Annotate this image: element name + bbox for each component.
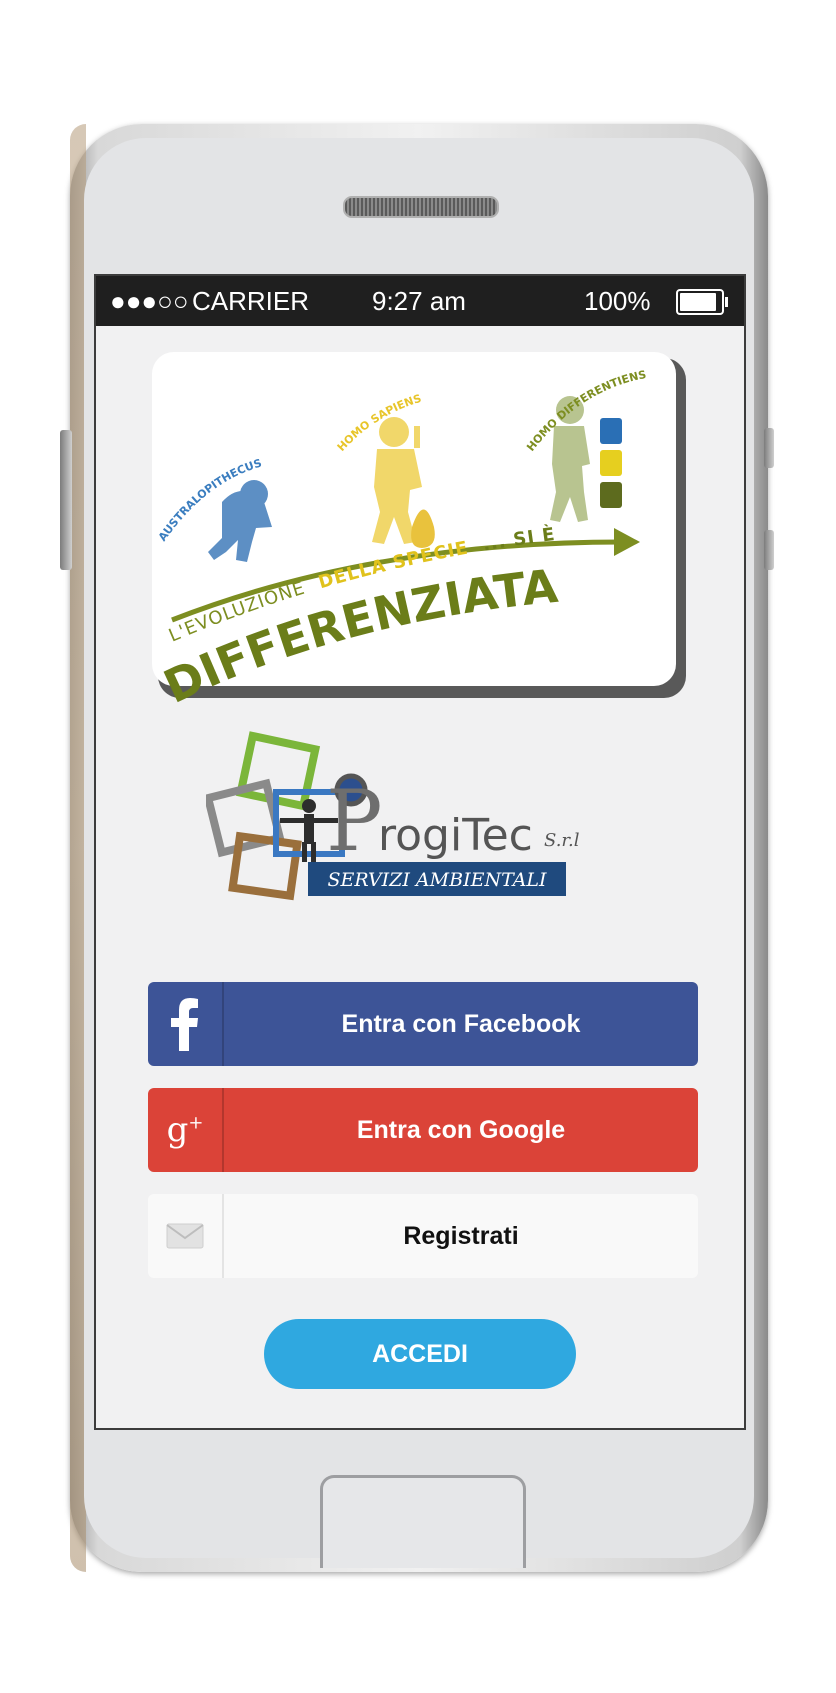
battery-icon — [676, 289, 728, 315]
app-screen: ●●●○○ CARRIER 9:27 am 100% AUSTRALOPITHE… — [94, 274, 746, 1430]
evolution-banner: AUSTRALOPITHECUS HOMO SAPIENS HOMO DIFFE… — [152, 352, 686, 712]
envelope-icon — [148, 1194, 224, 1278]
facebook-icon — [148, 982, 224, 1066]
login-button[interactable]: ACCEDI — [264, 1319, 576, 1389]
facebook-login-button[interactable]: Entra con Facebook — [148, 982, 698, 1066]
home-button[interactable] — [320, 1475, 526, 1568]
blue-bin-icon — [600, 418, 622, 444]
clock: 9:27 am — [372, 286, 466, 316]
carrier-label: CARRIER — [192, 286, 310, 316]
logo-tagline: SERVIZI AMBIENTALI — [327, 869, 547, 891]
side-button-top — [764, 428, 774, 468]
google-login-label: Entra con Google — [356, 1115, 566, 1144]
logo-letter-p: P — [326, 772, 383, 870]
green-bin-icon — [600, 482, 622, 508]
progitec-logo: P rogiTec S.r.l SERVIZI AMBIENTALI — [206, 731, 580, 901]
volume-button — [60, 430, 72, 570]
facebook-login-label: Entra con Facebook — [341, 1009, 581, 1038]
signal-icon: ●●●○○ — [110, 286, 189, 316]
register-label: Registrati — [403, 1221, 519, 1250]
login-label: ACCEDI — [372, 1339, 468, 1368]
logo-company-name: rogiTec — [378, 810, 533, 861]
battery-percent: 100% — [584, 286, 651, 316]
earpiece-speaker — [343, 196, 499, 218]
side-button-bottom — [764, 530, 774, 570]
yellow-bin-icon — [600, 450, 622, 476]
logo-suffix: S.r.l — [544, 830, 580, 851]
google-plus-icon: g+ — [148, 1088, 224, 1172]
register-button[interactable]: Registrati — [148, 1194, 698, 1278]
status-bar: ●●●○○ CARRIER 9:27 am 100% — [96, 276, 744, 326]
google-login-button[interactable]: g+ Entra con Google — [148, 1088, 698, 1172]
